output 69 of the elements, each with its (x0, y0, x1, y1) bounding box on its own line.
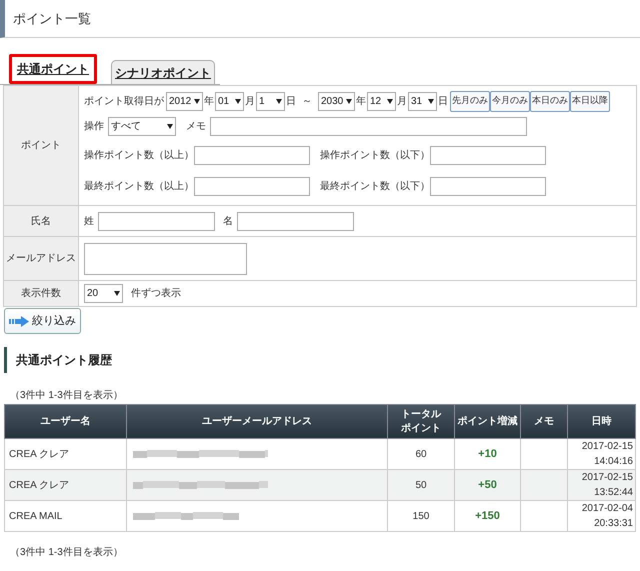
label: 年 (204, 94, 214, 108)
label: 年 (356, 94, 366, 108)
date-time-text: 2017-02-15 14:04:16 (582, 440, 633, 469)
input-field[interactable] (430, 146, 546, 164)
label: 氏名 (31, 214, 51, 228)
dropdown[interactable]: 01 (215, 92, 244, 110)
page-title: ポイント一覧 (13, 10, 91, 28)
dropdown[interactable]: 20 (84, 284, 123, 303)
label: メールアドレス (6, 252, 76, 266)
date-time-text: 2017-02-15 13:52:44 (582, 471, 633, 500)
dropdown[interactable]: 2012 (166, 92, 203, 110)
label: 操作ポイント数（以下） (320, 148, 430, 162)
label: 表示件数 (21, 286, 61, 301)
caret-icon (387, 98, 393, 104)
label: 姓 (84, 214, 94, 228)
tab[interactable]: シナリオポイント (111, 60, 215, 84)
quick-date-button[interactable]: 今月のみ (490, 90, 530, 112)
label: ～ (302, 94, 312, 108)
label: 月 (397, 94, 407, 108)
table-cell: +150 (454, 500, 520, 532)
caret-icon (114, 291, 120, 296)
input-field[interactable] (210, 116, 527, 136)
quick-date-button[interactable]: 本日のみ (530, 90, 570, 112)
column-header: 日時 (592, 414, 612, 428)
caret-icon (276, 98, 282, 104)
input-field[interactable] (194, 146, 310, 164)
tab[interactable]: 共通ポイント (9, 54, 97, 84)
section-title: 共通ポイント履歴 (16, 352, 112, 369)
dropdown[interactable]: 2030 (318, 92, 355, 110)
caret-icon (194, 98, 200, 104)
column-header: ポイント増減 (458, 414, 518, 428)
label: 月 (245, 94, 255, 108)
column-header: ユーザーメールアドレス (202, 414, 312, 428)
table-cell: 150 (388, 500, 454, 532)
label: ポイント取得日が (84, 94, 164, 108)
caret-icon (235, 98, 241, 104)
caret-icon (428, 98, 434, 104)
label: 件ずつ表示 (131, 286, 181, 301)
label: 最終ポイント数（以下） (320, 180, 430, 194)
input-field[interactable] (194, 176, 310, 196)
dropdown[interactable]: 1 (256, 92, 285, 110)
table-cell: CREA MAIL (4, 500, 126, 532)
dropdown[interactable]: すべて (108, 116, 176, 136)
column-header: トータル ポイント (401, 408, 441, 436)
caret-icon (167, 124, 173, 128)
dropdown[interactable]: 31 (408, 92, 437, 110)
column-header: メモ (534, 414, 554, 428)
dropdown[interactable]: 12 (367, 92, 396, 110)
quick-date-button[interactable]: 本日以降 (570, 90, 610, 112)
date-time-text: 2017-02-04 20:33:31 (582, 502, 633, 531)
arrow-right-icon (9, 316, 29, 326)
label: 日 (438, 94, 448, 108)
filter-button[interactable]: 絞り込み (4, 308, 81, 334)
label: （3件中 1-3件目を表示） (10, 547, 123, 558)
label: 日 (286, 94, 296, 108)
caret-icon (346, 98, 352, 104)
column-header: ユーザー名 (40, 414, 90, 428)
label: ポイント (21, 139, 61, 153)
input-field[interactable] (237, 212, 354, 230)
label: 操作 (84, 120, 104, 134)
input-field[interactable] (430, 176, 546, 196)
label: メモ (186, 120, 206, 134)
label: 操作ポイント数（以上） (84, 148, 194, 162)
label: 最終ポイント数（以上） (84, 180, 194, 194)
input-field[interactable] (98, 212, 215, 230)
label: （3件中 1-3件目を表示） (10, 390, 123, 401)
email-textarea[interactable] (84, 242, 247, 274)
label: 名 (223, 214, 233, 228)
quick-date-button[interactable]: 先月のみ (450, 90, 490, 112)
